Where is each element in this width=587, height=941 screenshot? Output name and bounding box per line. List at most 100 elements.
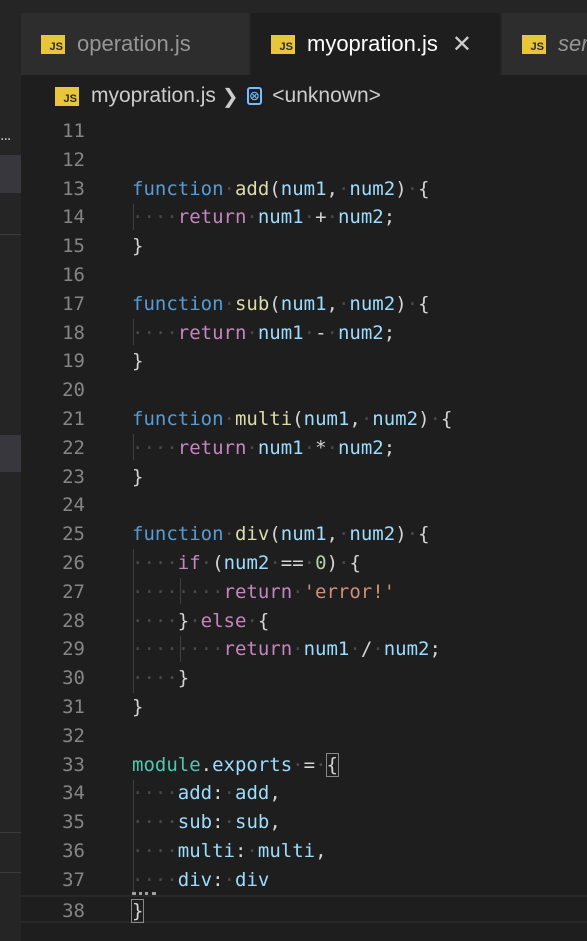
whitespace-marker: ····: [132, 321, 178, 344]
code-token: num2: [349, 292, 396, 315]
code-line[interactable]: 22 ····return·num1·*·num2;: [21, 434, 587, 463]
breadcrumb-file[interactable]: myopration.js: [91, 84, 216, 108]
line-number: 23: [62, 465, 85, 488]
line-number: 25: [62, 523, 85, 546]
code-line[interactable]: 18 ····return·num1·-·num2;: [21, 319, 587, 348]
code-token: {: [325, 752, 340, 777]
code-token: return: [223, 580, 293, 603]
code-token: return: [177, 321, 247, 344]
line-number: 33: [62, 753, 85, 776]
code-line[interactable]: 19}: [21, 347, 587, 376]
code-line[interactable]: 21 function·multi(num1,·num2)·{: [21, 405, 587, 434]
javascript-file-icon: JS: [522, 34, 546, 54]
whitespace-marker: ·: [223, 523, 235, 546]
whitespace-marker: ·: [223, 177, 235, 200]
code-line[interactable]: 23}: [21, 463, 587, 492]
breadcrumb: JS myopration.js ❯ ⊗ <unknown>: [21, 75, 587, 117]
code-line[interactable]: 16: [21, 261, 587, 290]
whitespace-marker: ·: [189, 609, 201, 632]
code-token: div: [234, 523, 270, 546]
line-number: 19: [62, 350, 85, 373]
code-line[interactable]: 11: [21, 117, 587, 146]
code-text: }: [130, 897, 145, 926]
code-text: }: [132, 463, 143, 492]
code-line[interactable]: 14 ····return·num1·+·num2;: [21, 203, 587, 232]
code-line[interactable]: 17 function·sub(num1,·num2)·{: [21, 290, 587, 319]
code-token: }: [177, 667, 190, 690]
sidebar-divider: [0, 872, 21, 873]
line-number: 11: [62, 120, 85, 142]
code-token: (: [269, 523, 281, 546]
code-line[interactable]: 37 ····div:·div: [21, 866, 587, 895]
code-token: :: [212, 811, 224, 834]
whitespace-marker: ····: [132, 667, 178, 690]
more-actions-icon[interactable]: ...: [0, 128, 11, 144]
tab-operation-js[interactable]: JS operation.js: [21, 13, 250, 75]
sidebar-highlight-item[interactable]: [0, 435, 21, 472]
javascript-file-icon: JS: [41, 34, 65, 54]
code-line[interactable]: 26 ····if·(num2·==·0)·{: [21, 549, 587, 578]
breadcrumb-symbol[interactable]: <unknown>: [272, 84, 381, 108]
code-token: num1: [303, 408, 350, 430]
code-line[interactable]: 20: [21, 376, 587, 405]
sidebar-divider: [0, 234, 21, 235]
whitespace-marker: ·: [223, 408, 235, 430]
line-number: 38: [62, 899, 85, 922]
whitespace-marker: ·: [269, 552, 281, 574]
code-token: function: [132, 177, 224, 200]
line-number: 34: [62, 782, 85, 805]
code-token: ): [395, 523, 407, 546]
code-line[interactable]: 12: [21, 146, 587, 175]
code-token: function: [132, 292, 224, 315]
code-token: num2: [349, 523, 396, 546]
code-line[interactable]: 15}: [21, 232, 587, 261]
close-icon[interactable]: ✕: [452, 30, 472, 58]
tab-label: operation.js: [77, 31, 191, 56]
whitespace-marker: ·: [292, 638, 304, 661]
title-strip: [21, 0, 587, 13]
code-text: ····}: [132, 664, 189, 693]
code-line[interactable]: 25 function·div(num1,·num2)·{: [21, 520, 587, 549]
code-token: multi: [234, 408, 293, 430]
code-text: ····return·num1·-·num2;: [132, 319, 395, 348]
code-token: }: [132, 350, 144, 373]
tab-label: ser: [558, 31, 587, 56]
code-editor[interactable]: 11 12 13 function·add(num1,·num2)·{14 ····re…: [21, 117, 587, 941]
code-token: 'error!': [303, 580, 396, 603]
code-line[interactable]: 36 ····multi:·multi,: [21, 837, 587, 866]
code-line[interactable]: 30 ····}: [21, 664, 587, 693]
code-text: ····multi:·multi,: [132, 837, 327, 866]
code-line[interactable]: 29 ········return·num1·/·num2;: [21, 635, 587, 664]
code-line[interactable]: 35 ····sub:·sub,: [21, 808, 587, 837]
code-line[interactable]: 32: [21, 722, 587, 751]
code-line[interactable]: 27 ········return·'error!': [21, 578, 587, 607]
line-number: 26: [62, 552, 85, 574]
sidebar-selected-item[interactable]: [0, 155, 21, 193]
code-line[interactable]: 31}: [21, 693, 587, 722]
code-text: ····}·else·{: [132, 607, 269, 636]
code-token: num2: [337, 321, 384, 344]
code-token: num1: [257, 321, 304, 344]
code-line[interactable]: 13 function·add(num1,·num2)·{: [21, 175, 587, 204]
whitespace-marker: ·: [372, 638, 384, 661]
code-line[interactable]: 38}: [21, 894, 587, 926]
tab-ser[interactable]: JS ser: [502, 13, 587, 75]
whitespace-marker: ·: [337, 177, 350, 200]
whitespace-marker: ·: [223, 292, 235, 315]
code-token: ;: [383, 206, 396, 229]
code-text: ····div:·div: [132, 866, 269, 895]
code-token: *: [315, 436, 327, 459]
code-line[interactable]: 28 ····}·else·{: [21, 607, 587, 636]
code-token: div: [177, 868, 213, 891]
line-number: 24: [62, 494, 85, 517]
code-line[interactable]: 24: [21, 491, 587, 520]
code-token: ): [418, 408, 430, 430]
code-line[interactable]: 33 module.exports·=·{: [21, 751, 587, 780]
whitespace-marker: ····: [132, 811, 178, 834]
code-token: {: [418, 292, 430, 315]
tab-myopration-js[interactable]: JS myopration.js ✕: [251, 13, 501, 75]
line-number: 22: [62, 436, 85, 459]
code-line[interactable]: 34 ····add:·add,: [21, 779, 587, 808]
whitespace-marker: ·: [338, 552, 350, 574]
line-number: 36: [62, 840, 85, 862]
